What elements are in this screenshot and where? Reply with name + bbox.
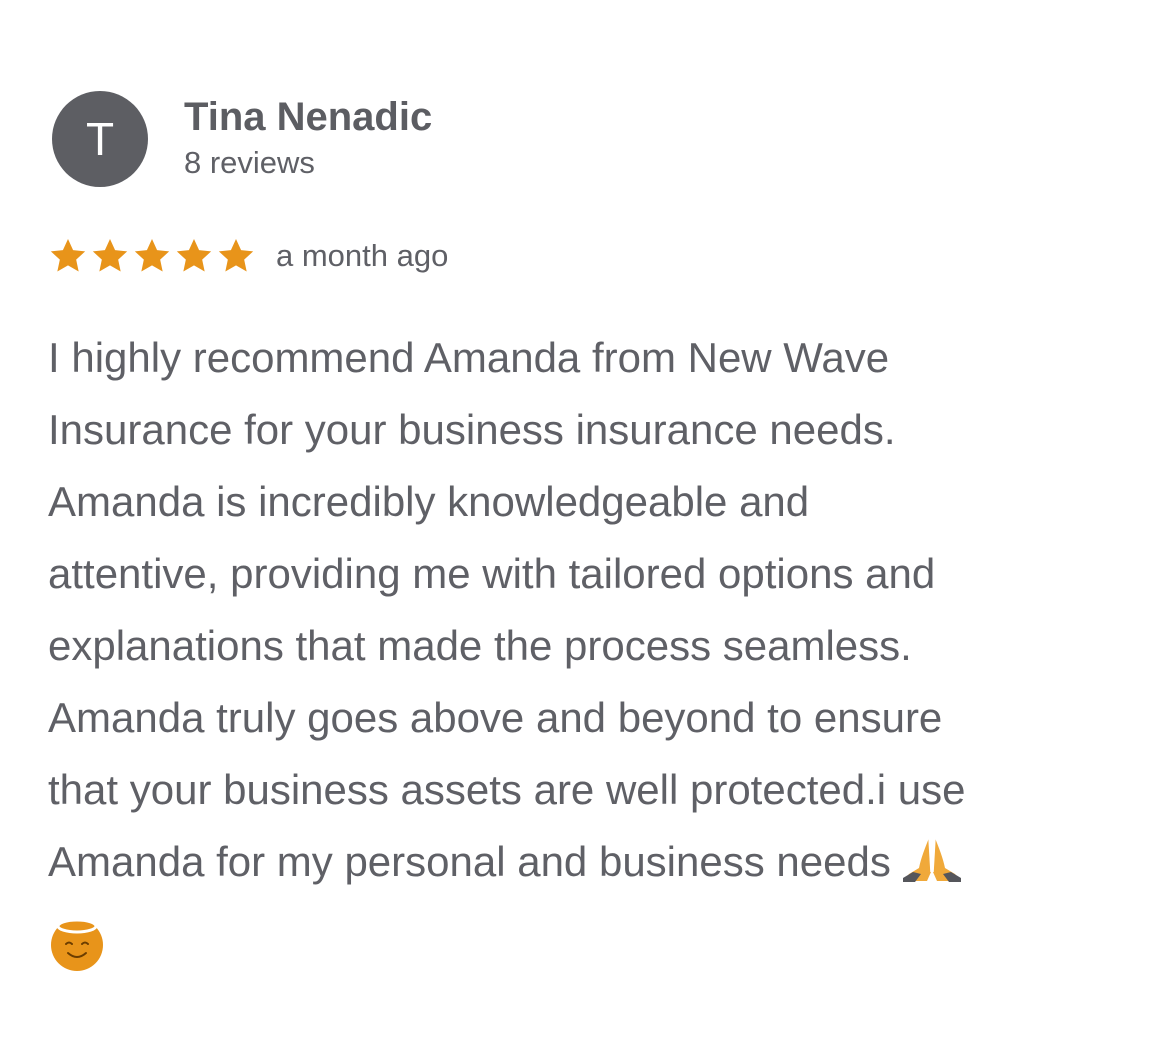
review-date: a month ago (276, 238, 449, 273)
star-icon (50, 239, 86, 272)
star-icon (218, 239, 254, 272)
star-icon (134, 239, 170, 272)
review-line: Insurance for your business insurance ne… (48, 406, 896, 453)
star-rating (47, 236, 257, 276)
review-line: that your business assets are well prote… (48, 766, 966, 813)
review-card: T Tina Nenadic 8 reviews a month ago I h… (0, 0, 1170, 1044)
avatar[interactable]: T (52, 91, 148, 187)
review-line: Amanda is incredibly knowledgeable and (48, 478, 810, 525)
review-last-line: Amanda for my personal and business need… (48, 826, 1138, 906)
review-line: explanations that made the process seaml… (48, 622, 912, 669)
folded-hands-icon (901, 834, 963, 906)
review-line: I highly recommend Amanda from New Wave (48, 334, 890, 381)
smiling-face-with-halo-icon (48, 914, 106, 994)
review-emoji-line (48, 906, 1138, 994)
star-icon (92, 239, 128, 272)
reviewer-name[interactable]: Tina Nenadic (184, 95, 432, 139)
star-icon (176, 239, 212, 272)
review-text: I highly recommend Amanda from New Wave … (48, 322, 1138, 994)
review-line: attentive, providing me with tailored op… (48, 550, 936, 597)
review-line: Amanda truly goes above and beyond to en… (48, 694, 943, 741)
review-count[interactable]: 8 reviews (184, 145, 315, 181)
avatar-initial: T (85, 113, 115, 165)
review-line: Amanda for my personal and business need… (48, 838, 891, 885)
